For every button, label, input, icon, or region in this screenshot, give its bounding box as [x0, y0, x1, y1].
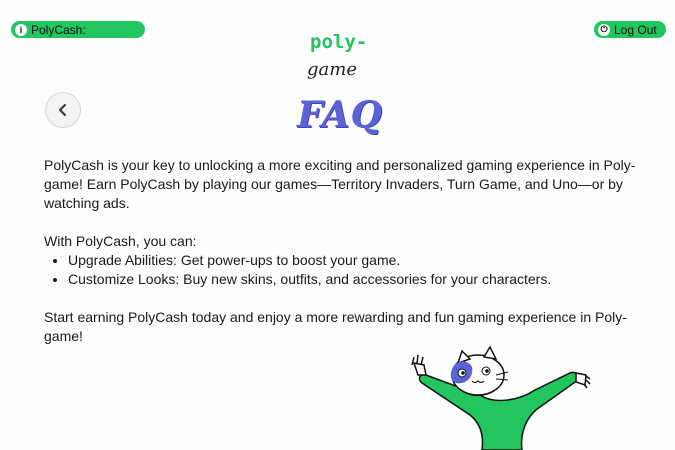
polycash-balance: i PolyCash:: [11, 21, 145, 38]
list-item: Customize Looks: Buy new skins, outfits,…: [68, 270, 644, 289]
cat-mascot-illustration: [411, 345, 591, 450]
logout-label: Log Out: [614, 22, 657, 37]
logout-icon: ⏻: [598, 23, 610, 36]
chevron-left-icon: [59, 104, 66, 116]
faq-content: PolyCash is your key to unlocking a more…: [44, 156, 644, 346]
logo-bottom-text: game: [307, 59, 357, 80]
faq-intro: PolyCash is your key to unlocking a more…: [44, 157, 636, 211]
polycash-label: PolyCash:: [31, 22, 86, 37]
faq-list-intro: With PolyCash, you can:: [44, 233, 197, 249]
logo-top-text: poly-: [310, 31, 367, 53]
info-icon: i: [15, 23, 27, 36]
faq-outro: Start earning PolyCash today and enjoy a…: [44, 309, 627, 344]
page-title: FAQ: [297, 94, 383, 136]
list-item: Upgrade Abilities: Get power-ups to boos…: [68, 251, 644, 270]
back-button[interactable]: [45, 92, 81, 128]
faq-bullet-list: Upgrade Abilities: Get power-ups to boos…: [44, 251, 644, 289]
poly-game-logo: poly- game: [307, 31, 367, 80]
logout-button[interactable]: ⏻ Log Out: [594, 21, 666, 38]
